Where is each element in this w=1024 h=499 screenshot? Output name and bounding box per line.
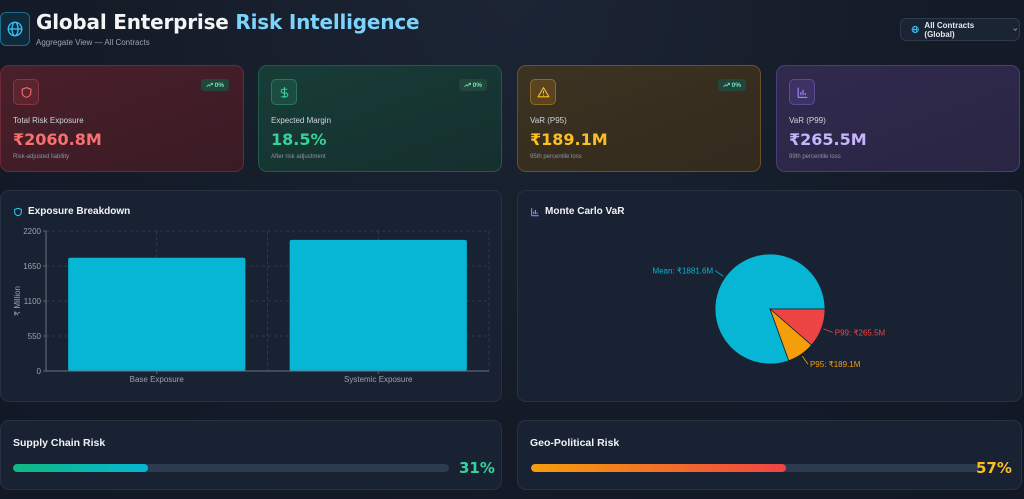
geo-political-risk-progress-fill — [531, 464, 787, 472]
dollar-icon — [280, 86, 288, 98]
kpi-trend-badge: 0% — [717, 79, 746, 91]
pie-slice-label: Mean: ₹1881.6M — [652, 267, 713, 276]
kpi-trend-value: 0% — [472, 81, 482, 89]
y-axis-label: ₹ Million — [13, 286, 22, 316]
kpi-card-total-risk-exposure: 0% Total Risk Exposure ₹2060.8M Risk-adj… — [0, 65, 244, 172]
pie-slice-label: P95: ₹189.1M — [810, 360, 861, 369]
kpi-value: ₹265.5M — [789, 130, 867, 149]
trending-up-icon — [463, 82, 471, 88]
chevron-down-icon — [1013, 28, 1018, 31]
contract-scope-label: All Contracts (Global) — [924, 20, 975, 39]
kpi-trend-badge: 0% — [200, 79, 229, 91]
supply-chain-risk-panel: Supply Chain Risk 31% — [0, 420, 502, 490]
page-title-part1: Global Enterprise — [36, 10, 229, 34]
globe-logo — [0, 12, 30, 46]
y-tick-label: 2200 — [23, 227, 41, 236]
pie-leader-line — [801, 355, 809, 365]
kpi-card-var-p99: VaR (P99) ₹265.5M 99th percentile loss — [776, 65, 1020, 172]
kpi-caption: After risk adjustment — [271, 154, 326, 160]
kpi-caption: 95th percentile loss — [530, 154, 582, 160]
y-tick-label: 1100 — [24, 297, 42, 306]
pie-slice-label: P99: ₹265.5M — [835, 328, 886, 337]
kpi-trend-badge: 0% — [458, 79, 487, 91]
kpi-value: ₹189.1M — [530, 130, 608, 149]
globe-icon — [7, 21, 23, 37]
trending-up-icon — [722, 82, 730, 88]
page-subtitle: Aggregate View — All Contracts — [36, 38, 150, 47]
geo-political-risk-percent: 57% — [976, 459, 1012, 477]
pie-leader-line — [714, 270, 724, 277]
kpi-label: Total Risk Exposure — [13, 116, 84, 125]
warning-icon — [537, 86, 549, 97]
kpi-icon-wrapper — [789, 79, 815, 105]
kpi-trend-value: 0% — [731, 81, 741, 89]
kpi-card-var-p95: 0% VaR (P95) ₹189.1M 95th percentile los… — [517, 65, 761, 172]
page-title: Global Enterprise Risk Intelligence — [36, 10, 420, 34]
bar-chart-icon — [797, 87, 807, 98]
geo-political-risk-title: Geo-Political Risk — [530, 437, 620, 449]
page-header: Global Enterprise Risk Intelligence Aggr… — [0, 0, 1024, 58]
geo-political-risk-progress — [531, 464, 979, 472]
kpi-caption: Risk-adjusted liability — [13, 154, 70, 160]
kpi-caption: 99th percentile loss — [789, 154, 841, 160]
shield-icon — [21, 86, 31, 98]
x-tick-label: Base Exposure — [130, 375, 185, 384]
supply-chain-risk-progress — [13, 464, 449, 472]
page-title-part2: Risk Intelligence — [235, 10, 420, 34]
y-tick-label: 1650 — [23, 262, 41, 271]
kpi-icon-wrapper — [13, 79, 39, 105]
bar — [289, 239, 467, 371]
kpi-card-expected-margin: 0% Expected Margin 18.5% After risk adju… — [258, 65, 502, 172]
kpi-value: 18.5% — [271, 130, 327, 149]
supply-chain-risk-progress-fill — [13, 464, 149, 472]
supply-chain-risk-percent: 31% — [459, 459, 495, 477]
monte-carlo-pie-chart: Mean: ₹1881.6M P99: ₹265.5M P95: ₹189.1M — [652, 253, 886, 369]
kpi-value: ₹2060.8M — [13, 130, 102, 149]
x-tick-label: Systemic Exposure — [344, 375, 413, 384]
pie-leader-line — [823, 328, 833, 333]
contract-scope-dropdown[interactable]: All Contracts (Global) — [900, 18, 1020, 41]
globe-icon — [911, 25, 919, 34]
monte-carlo-var-panel: Monte Carlo VaR Mean: ₹1881.6M P99: ₹265.… — [517, 190, 1022, 402]
geo-political-risk-panel: Geo-Political Risk 57% — [517, 420, 1022, 490]
bar — [68, 257, 246, 371]
exposure-breakdown-panel: Exposure Breakdown 0 550 1100 1650 2200 Base … — [0, 190, 502, 402]
trending-up-icon — [205, 82, 213, 88]
kpi-icon-wrapper — [530, 79, 556, 105]
y-tick-label: 550 — [28, 332, 42, 341]
kpi-label: Expected Margin — [271, 116, 332, 125]
kpi-trend-value: 0% — [214, 81, 224, 89]
supply-chain-risk-title: Supply Chain Risk — [13, 437, 106, 449]
exposure-bar-chart: 0 550 1100 1650 2200 Base Exposure Systemic Ex… — [13, 227, 490, 384]
y-tick-label: 0 — [37, 367, 42, 376]
kpi-label: VaR (P95) — [530, 116, 567, 125]
kpi-label: VaR (P99) — [789, 116, 826, 125]
kpi-icon-wrapper — [271, 79, 297, 105]
